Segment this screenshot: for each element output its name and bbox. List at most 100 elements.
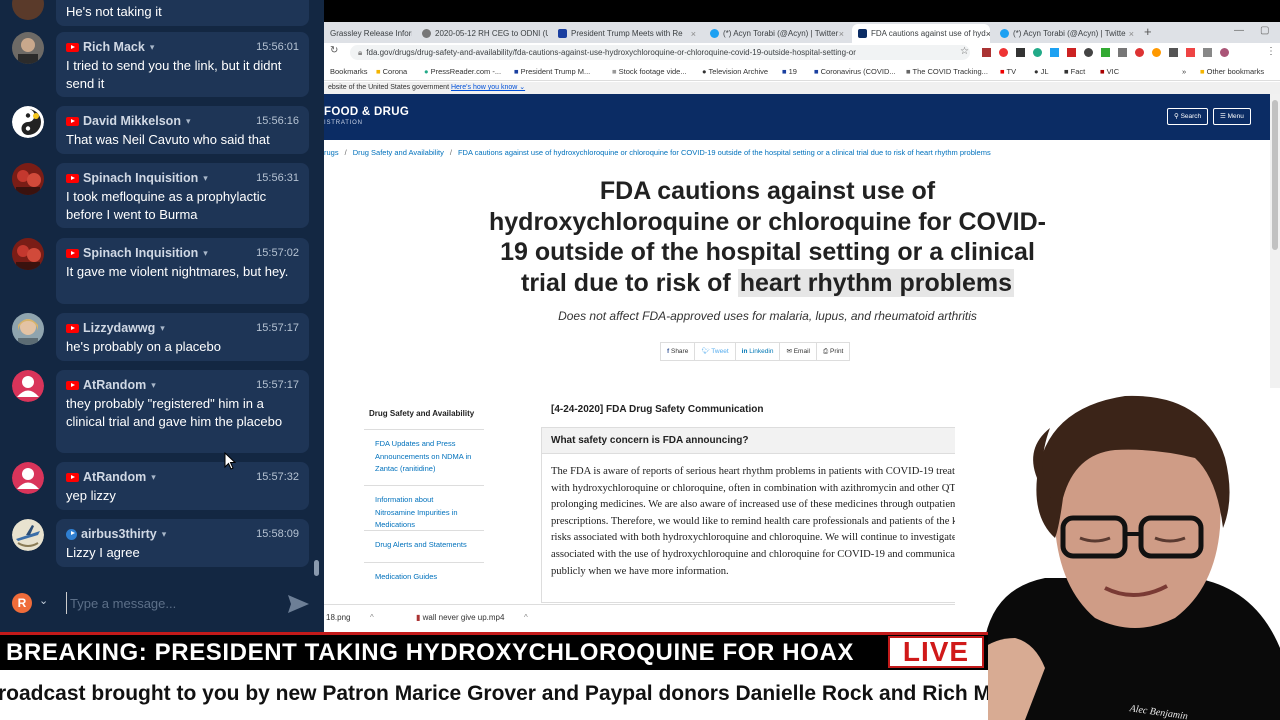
close-tab-icon[interactable]: × <box>986 29 990 39</box>
chevron-down-icon[interactable]: ▾ <box>150 42 155 53</box>
chevron-up-icon[interactable]: ^ <box>370 613 374 622</box>
breadcrumb-current[interactable]: FDA cautions against use of hydroxychlor… <box>458 148 991 157</box>
bookmark-item[interactable]: ■ Stock footage vide... <box>612 67 687 76</box>
page-scrollbar-thumb[interactable] <box>1272 100 1278 250</box>
close-tab-icon[interactable]: × <box>839 29 848 39</box>
chevron-down-icon[interactable]: ▾ <box>186 116 191 127</box>
bookmark-item[interactable]: Bookmarks <box>330 67 368 76</box>
chevron-down-icon[interactable]: ▾ <box>203 173 208 184</box>
chevron-down-icon[interactable]: ▾ <box>160 323 165 334</box>
bookmark-item[interactable]: ■ Fact <box>1064 67 1085 76</box>
download-item[interactable]: ▮ wall never give up.mp4 <box>416 613 504 622</box>
extension-icon[interactable] <box>1016 48 1025 57</box>
extension-icon[interactable] <box>999 48 1008 57</box>
share-email-button[interactable]: ✉ Email <box>779 342 817 361</box>
bookmark-item[interactable]: ■ TV <box>1000 67 1016 76</box>
sidenav-item[interactable]: Medication Guides <box>364 563 484 593</box>
browser-tab[interactable]: 2020-05-12 RH CEG to ODNI (U× <box>416 24 548 43</box>
breadcrumb-link[interactable]: rugs <box>324 148 339 157</box>
close-tab-icon[interactable]: × <box>691 29 700 39</box>
browser-tab[interactable]: President Trump Meets with Re × <box>552 24 700 43</box>
sidenav-item[interactable]: FDA Updates and Press Announcements on N… <box>364 430 484 486</box>
reload-icon[interactable]: ↻ <box>330 45 338 56</box>
extension-icon[interactable] <box>1050 48 1059 57</box>
kebab-menu-icon[interactable]: ⋮ <box>1266 46 1276 57</box>
fda-logo[interactable]: FOOD & DRUG <box>324 106 409 118</box>
extension-icon[interactable] <box>1084 48 1093 57</box>
chat-username[interactable]: David Mikkelson <box>83 114 181 128</box>
new-tab-button[interactable]: + <box>1144 24 1152 39</box>
sidenav-item[interactable]: Information about Nitrosamine Impurities… <box>364 486 484 531</box>
chat-username[interactable]: Rich Mack <box>83 40 145 54</box>
chat-bubble: Lizzydawwg ▾ 15:57:17 he's probably on a p… <box>56 313 309 361</box>
chevron-up-icon[interactable]: ^ <box>524 613 528 622</box>
download-item[interactable]: 18.png <box>326 613 350 622</box>
chat-username[interactable]: AtRandom <box>83 378 146 392</box>
mouse-cursor-icon <box>224 451 237 475</box>
chat-message-input[interactable] <box>66 592 266 614</box>
gov-banner-link[interactable]: Here's how you know ⌄ <box>451 84 525 91</box>
chevron-down-icon[interactable]: ▾ <box>162 529 167 540</box>
chat-username[interactable]: Lizzydawwg <box>83 321 155 335</box>
send-button[interactable] <box>286 593 310 615</box>
extension-icon[interactable] <box>1033 48 1042 57</box>
chat-username[interactable]: Spinach Inquisition <box>83 171 198 185</box>
chevron-down-icon[interactable]: ▾ <box>203 248 208 259</box>
bookmark-item[interactable]: ■ Corona <box>376 67 407 76</box>
bookmark-item[interactable]: ■ President Trump M... <box>514 67 590 76</box>
bookmark-star-icon[interactable]: ☆ <box>960 46 969 57</box>
extension-icon[interactable] <box>982 48 991 57</box>
share-facebook-button[interactable]: f Share <box>660 342 696 361</box>
share-tweet-button[interactable]: 🐦︎ Tweet <box>694 342 736 361</box>
chat-username[interactable]: AtRandom <box>83 470 146 484</box>
extension-icon[interactable] <box>1067 48 1076 57</box>
bookmark-item[interactable]: ■ VIC <box>1100 67 1119 76</box>
account-chevron-icon[interactable]: ⌄ <box>39 594 48 607</box>
chat-scrollbar[interactable] <box>314 560 319 576</box>
close-tab-icon[interactable]: × <box>1129 29 1138 39</box>
folder-icon: ■ <box>1200 67 1207 76</box>
profile-avatar[interactable] <box>1220 48 1229 57</box>
my-avatar[interactable]: R <box>12 593 32 613</box>
extension-icon[interactable] <box>1135 48 1144 57</box>
extension-icon[interactable] <box>1118 48 1127 57</box>
print-button[interactable]: ⎙ Print <box>815 342 851 361</box>
email-icon: ✉ <box>786 348 794 355</box>
extension-icon[interactable] <box>1101 48 1110 57</box>
accordion-title: What safety concern is FDA announcing? <box>551 435 749 446</box>
extension-icon[interactable] <box>1169 48 1178 57</box>
youtube-icon <box>66 323 79 333</box>
other-bookmarks[interactable]: ■ Other bookmarks <box>1200 67 1264 76</box>
browser-tab[interactable]: (*) Acyn Torabi (@Acyn) | Twitte × <box>994 24 1138 43</box>
bookmark-item[interactable]: ■ Coronavirus (COVID... <box>814 67 896 76</box>
url-field[interactable]: 🔒︎ fda.gov/drugs/drug-safety-and-availabi… <box>350 45 970 60</box>
bookmark-item[interactable]: ● PressReader.com -... <box>424 67 501 76</box>
extension-icon[interactable] <box>1203 48 1212 57</box>
bookmark-item[interactable]: ● Television Archive <box>702 67 768 76</box>
browser-tab[interactable]: Grassley Release Inform× <box>324 24 412 43</box>
bookmark-item[interactable]: ● JL <box>1034 67 1049 76</box>
sidenav-item[interactable]: Drug Alerts and Statements <box>364 531 484 563</box>
menu-button[interactable]: ☰ Menu <box>1213 108 1251 125</box>
chat-username[interactable]: airbus3thirty <box>81 527 157 541</box>
sidenav-heading[interactable]: Drug Safety and Availability <box>364 400 484 430</box>
twitter-icon: 🐦︎ <box>701 348 712 355</box>
page-icon: ■ <box>514 67 521 76</box>
share-linkedin-button[interactable]: in Linkedin <box>734 342 781 361</box>
search-button[interactable]: ⚲ Search <box>1167 108 1209 125</box>
maximize-icon[interactable]: ▢ <box>1260 25 1269 36</box>
minimize-icon[interactable]: — <box>1234 25 1244 36</box>
chevron-down-icon[interactable]: ▾ <box>151 380 156 391</box>
more-bookmarks-icon[interactable]: » <box>1182 67 1186 76</box>
browser-tab-active[interactable]: FDA cautions against use of hyd × <box>852 24 990 43</box>
extension-icon[interactable] <box>1186 48 1195 57</box>
extension-icon[interactable] <box>1152 48 1161 57</box>
avatar <box>12 0 44 20</box>
browser-tab[interactable]: (*) Acyn Torabi (@Acyn) | Twitter × <box>704 24 848 43</box>
chevron-down-icon[interactable]: ▾ <box>151 472 156 483</box>
breadcrumb-link[interactable]: Drug Safety and Availability <box>353 148 444 157</box>
accordion-header[interactable]: What safety concern is FDA announcing? <box>542 428 992 454</box>
chat-username[interactable]: Spinach Inquisition <box>83 246 198 260</box>
bookmark-item[interactable]: ■ 19 <box>782 67 797 76</box>
bookmark-item[interactable]: ■ The COVID Tracking... <box>906 67 988 76</box>
